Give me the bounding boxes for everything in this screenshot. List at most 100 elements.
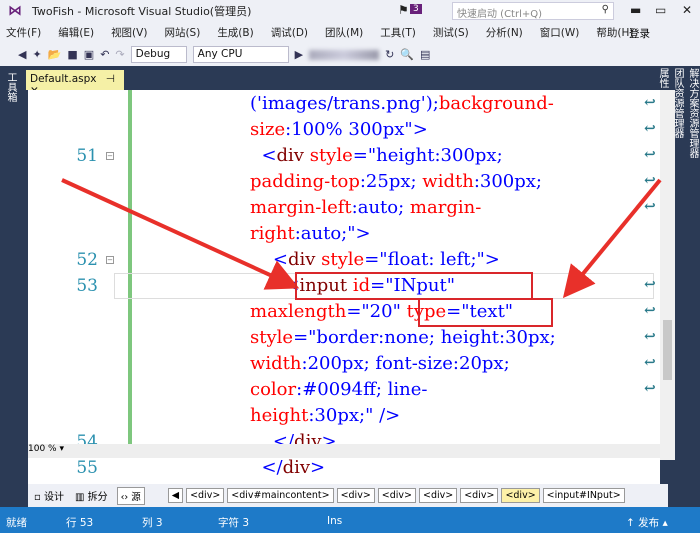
word-wrap-icon: ↩ [644,355,656,371]
code-token: < [250,275,300,296]
zoom-value: 100 % [28,444,57,454]
comment-icon[interactable]: ▤ [420,48,430,61]
status-ready: 就绪 [6,517,27,529]
zoom-select[interactable]: 100 % ▾ [28,444,660,458]
line-number [74,325,98,351]
solution-explorer-tab[interactable]: 解决方案资源管理器 [685,68,700,158]
breadcrumb-item[interactable]: <div> [501,488,540,503]
source-view-button[interactable]: ‹› 源 [116,486,145,505]
fold-toggle-icon[interactable]: − [106,152,114,160]
code-editor[interactable]: ('images/trans.png');background- ↩ size:10… [28,90,675,484]
open-icon[interactable]: 📂 [48,48,62,61]
line-number [74,169,98,195]
code-token: height [250,405,309,426]
breadcrumb-item[interactable]: <div> [336,488,375,503]
line-number [74,195,98,221]
code-token: :100% 300px"> [285,119,428,140]
toolbar: ◀ ✦ 📂 ■ ▣ ↶ ↷ Debug Any CPU ▶ ↻ 🔍 ▤ [0,43,700,66]
code-token: :25px; [359,171,423,192]
minimize-button[interactable]: ▬ [630,3,641,17]
menu-item[interactable]: 测试(S) [433,25,469,40]
code-token: style [309,145,353,166]
login-link[interactable]: 登录 [629,26,650,41]
pin-icon[interactable]: ⊣ [106,73,115,85]
menu-item[interactable]: 团队(M) [325,25,363,40]
design-view-button[interactable]: ▫ 设计 [34,488,64,503]
code-token: right [250,223,295,244]
code-token: width [250,353,302,374]
tab-default-aspx[interactable]: Default.aspx ⊣ ✕ [26,70,124,97]
team-explorer-tab[interactable]: 团队资源管理器 [670,68,685,158]
breadcrumb-item[interactable]: <div#maincontent> [227,488,334,503]
word-wrap-icon: ↩ [644,277,656,293]
line-number: 51 [76,146,98,166]
menu-item[interactable]: 网站(S) [164,25,200,40]
menu-item[interactable]: 视图(V) [111,25,147,40]
code-token: width [422,171,474,192]
quick-launch-input[interactable]: 快速启动 (Ctrl+Q) ⚲ [452,2,614,20]
properties-tab[interactable]: 属性 [655,68,670,158]
code-token: margin- [409,197,482,218]
new-project-icon[interactable]: ✦ [32,48,41,61]
code-token: :auto; [351,197,410,218]
undo-icon[interactable]: ↶ [100,48,109,61]
close-button[interactable]: ✕ [682,3,692,17]
notification-flag-icon[interactable]: ⚑ [398,3,409,17]
line-number [74,403,98,429]
browser-select[interactable] [309,49,380,60]
menu-item[interactable]: 编辑(E) [58,25,94,40]
code-line: </div> [250,455,325,481]
word-wrap-icon: ↩ [644,199,656,215]
code-token: input [299,275,353,296]
breadcrumb-back-icon[interactable]: ◀ [167,488,184,503]
publish-button[interactable]: ↑ 发布 ▴ [626,515,668,530]
maximize-button[interactable]: ▭ [655,3,666,17]
toolbox-panel[interactable]: 工具箱 [4,72,18,102]
quick-launch-placeholder: 快速启动 (Ctrl+Q) [457,9,543,20]
menu-item[interactable]: 调试(D) [271,25,308,40]
notification-badge[interactable]: 3 [410,4,422,14]
refresh-icon[interactable]: ↻ [385,48,394,61]
menu-item[interactable]: 生成(B) [217,25,253,40]
status-bar: 就绪 行 53 列 3 字符 3 Ins ↑ 发布 ▴ [0,507,700,533]
code-token: :auto;"> [294,223,371,244]
code-token: size [250,119,286,140]
breadcrumb-item[interactable]: <div> [460,488,499,503]
status-line: 行 53 [66,517,94,529]
menu-item[interactable]: 分析(N) [486,25,523,40]
menu-item[interactable]: 文件(F) [6,25,41,40]
back-icon[interactable]: ◀ [18,48,26,61]
find-icon[interactable]: 🔍 [400,48,414,61]
code-token: > [310,457,326,478]
code-token: style [321,249,365,270]
menu-item[interactable]: 工具(T) [380,25,416,40]
line-number [74,117,98,143]
code-token: type [406,301,447,322]
start-icon[interactable]: ▶ [295,48,303,61]
code-token: ="INput" [370,275,455,296]
line-number: 55 [76,458,98,478]
platform-select[interactable]: Any CPU [192,46,289,63]
breadcrumb-item[interactable]: <div> [419,488,458,503]
window-title: TwoFish - Microsoft Visual Studio(管理员) [32,5,252,18]
config-select[interactable]: Debug [130,46,187,63]
right-panels: 解决方案资源管理器 团队资源管理器 属性 [657,68,700,172]
fold-toggle-icon[interactable]: − [106,256,114,264]
word-wrap-icon: ↩ [644,303,656,319]
split-view-button[interactable]: ▥ 拆分 [75,488,108,503]
word-wrap-icon: ↩ [644,95,656,111]
breadcrumb-item[interactable]: <div> [377,488,416,503]
code-token: :#0094ff; line- [296,379,428,400]
code-token: :200px; font-size:20px; [301,353,510,374]
breadcrumb-item[interactable]: <div> [186,488,225,503]
code-token: </ [250,457,283,478]
breadcrumb-item[interactable]: <input#INput> [542,488,625,503]
word-wrap-icon: ↩ [644,147,656,163]
code-token: :300px; [473,171,542,192]
visual-studio-logo-icon: ⋈ [8,3,22,19]
redo-icon[interactable]: ↷ [115,48,124,61]
save-all-icon[interactable]: ▣ [84,48,94,61]
menu-item[interactable]: 帮助(H) [596,25,633,40]
save-icon[interactable]: ■ [67,48,77,61]
menu-item[interactable]: 窗口(W) [540,25,580,40]
